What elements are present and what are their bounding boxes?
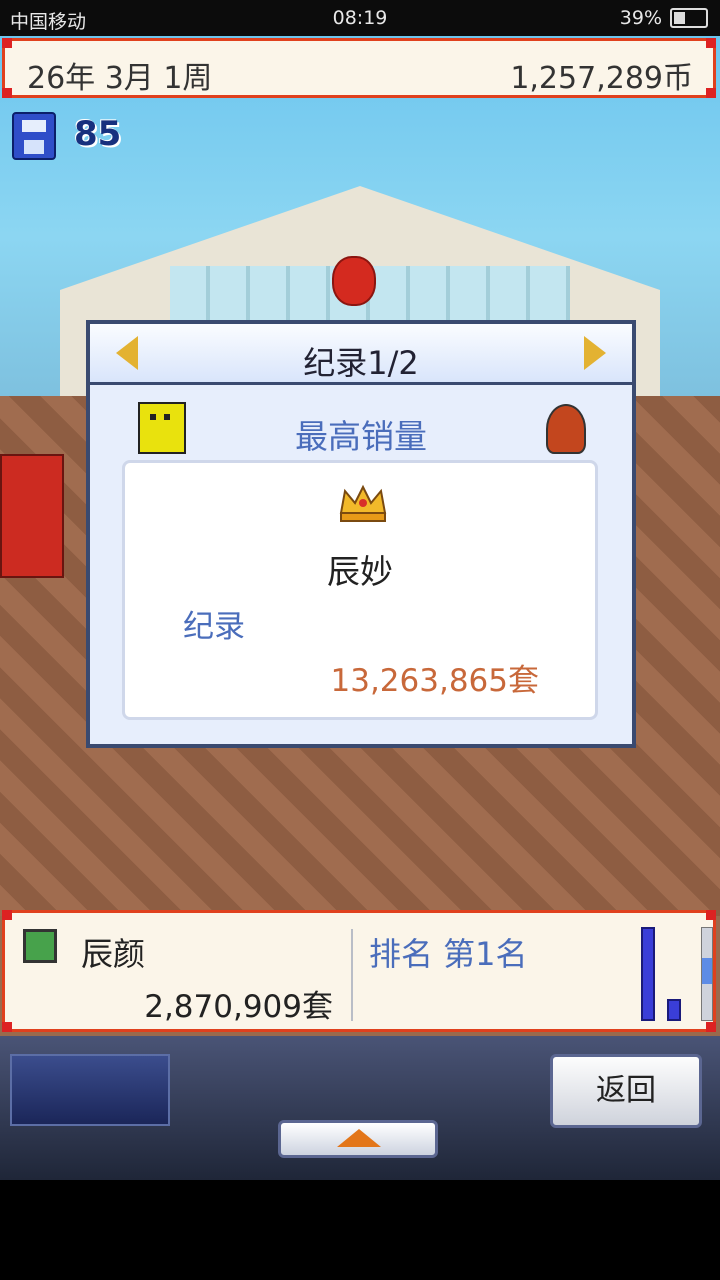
panel-scrollbar[interactable] — [701, 927, 713, 1021]
save-count: 85 — [74, 114, 122, 154]
arrow-right-icon[interactable] — [584, 336, 606, 370]
status-bar: 中国移动 08:19 39% — [0, 0, 720, 36]
record-card: 辰妙 纪录 13,263,865套 — [122, 460, 598, 720]
game-sales: 2,870,909套 — [144, 989, 333, 1025]
ranking-label: 排名 第1名 — [369, 935, 528, 973]
back-button[interactable]: 返回 — [550, 1054, 702, 1128]
expand-menu-button[interactable] — [278, 1120, 438, 1158]
game-date: 26年 3月 1周 — [27, 61, 213, 96]
record-dialog: 纪录1/2 最高销量 辰妙 纪录 13,263,865套 — [86, 320, 636, 748]
sales-bar-secondary — [667, 999, 681, 1021]
battery-percent: 39% — [619, 7, 662, 29]
menu-slot-button[interactable] — [10, 1054, 170, 1126]
sales-bar-primary — [641, 927, 655, 1021]
status-icons: 39% — [620, 7, 708, 29]
money-display: 1,257,289币 — [510, 61, 693, 96]
winner-name: 辰妙 — [327, 552, 393, 591]
panel-divider — [351, 929, 353, 1021]
up-arrow-icon — [337, 1129, 381, 1147]
dialog-title: 纪录1/2 — [303, 344, 419, 382]
top-info-bar: 26年 3月 1周 1,257,289币 — [2, 38, 716, 98]
crown-icon — [339, 484, 387, 522]
clock: 08:19 — [332, 7, 388, 29]
game-thumbnail — [23, 929, 57, 963]
lantern-decoration — [332, 256, 376, 306]
battery-icon — [670, 8, 708, 28]
save-icon[interactable] — [12, 112, 56, 160]
character-sprite-right — [546, 404, 586, 454]
record-label: 纪录 — [183, 609, 245, 645]
game-info-panel[interactable]: 辰颜 2,870,909套 排名 第1名 — [2, 910, 716, 1032]
vending-machine — [0, 454, 64, 578]
game-name: 辰颜 — [81, 935, 146, 973]
record-value: 13,263,865套 — [330, 663, 540, 699]
dialog-header: 纪录1/2 — [90, 324, 632, 385]
